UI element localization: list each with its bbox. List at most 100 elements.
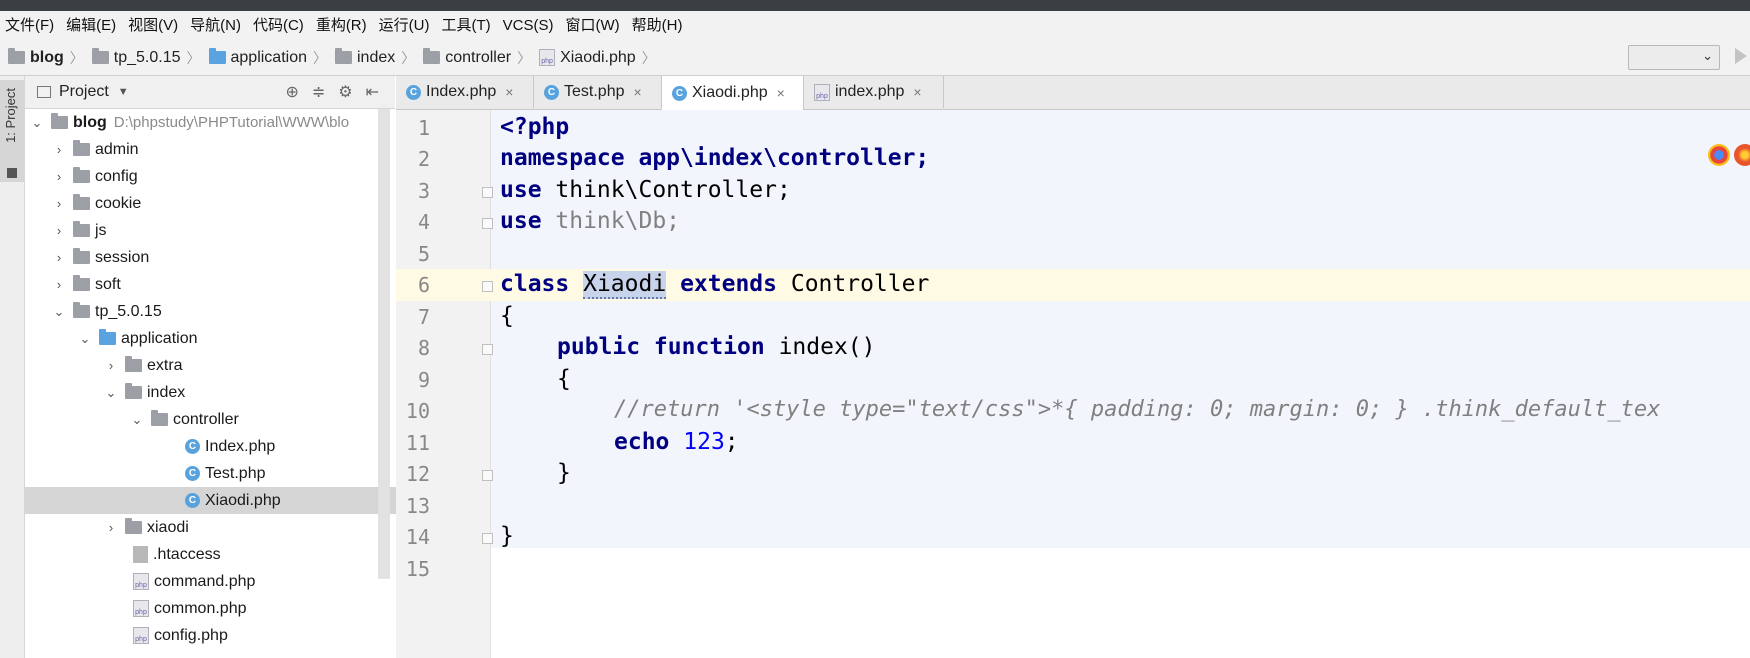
code-line-2[interactable]: namespace app\index\controller; xyxy=(500,145,929,171)
fold-marker-icon[interactable] xyxy=(482,218,493,229)
class-file-icon: C xyxy=(406,84,421,100)
menu-code[interactable]: 代码(C) xyxy=(248,11,311,40)
hide-panel-icon[interactable]: ⇤ xyxy=(366,82,379,102)
line-number: 13 xyxy=(405,494,430,518)
project-view-title[interactable]: Project xyxy=(59,83,109,101)
collapsed-arrow-icon[interactable]: › xyxy=(51,250,67,265)
tab-index-php[interactable]: C Index.php × xyxy=(396,76,534,108)
menu-refactor[interactable]: 重构(R) xyxy=(311,11,374,40)
close-icon[interactable]: × xyxy=(505,84,513,100)
breadcrumb-item-index[interactable]: index 〉 xyxy=(327,48,415,68)
line-number: 9 xyxy=(417,368,430,392)
close-icon[interactable]: × xyxy=(777,85,785,101)
code-line-10[interactable]: //return '<style type="text/css">*{ padd… xyxy=(614,397,1660,422)
menu-navigate[interactable]: 导航(N) xyxy=(185,11,248,40)
menu-help[interactable]: 帮助(H) xyxy=(627,11,690,40)
code-line-1[interactable]: <?php xyxy=(500,114,569,140)
fold-marker-icon[interactable] xyxy=(482,344,493,355)
breadcrumb-item-blog[interactable]: blog 〉 xyxy=(0,48,84,68)
tab-index-php-2[interactable]: php index.php × xyxy=(804,76,944,108)
tree-item-js[interactable]: › js xyxy=(25,217,421,244)
gear-icon[interactable]: ⚙ xyxy=(338,82,352,102)
fold-marker-icon[interactable] xyxy=(482,281,493,292)
menu-tools[interactable]: 工具(T) xyxy=(436,11,497,40)
line-number: 12 xyxy=(405,462,430,486)
tree-item-blog[interactable]: ⌄ blog D:\phpstudy\PHPTutorial\WWW\blo xyxy=(25,109,399,136)
chevron-right-icon: 〉 xyxy=(401,49,416,66)
code-empty-area xyxy=(491,548,1750,658)
tree-item-cookie[interactable]: › cookie xyxy=(25,190,421,217)
code-line-7[interactable]: { xyxy=(500,303,514,329)
expanded-arrow-icon[interactable]: ⌄ xyxy=(77,331,93,347)
tree-item-session[interactable]: › session xyxy=(25,244,421,271)
collapsed-arrow-icon[interactable]: › xyxy=(51,277,67,292)
config-file-icon xyxy=(133,546,148,563)
folder-icon xyxy=(335,48,352,64)
line-number: 14 xyxy=(405,525,430,549)
fold-marker-icon[interactable] xyxy=(482,470,493,481)
collapsed-arrow-icon[interactable]: › xyxy=(51,223,67,238)
collapsed-arrow-icon[interactable]: › xyxy=(103,520,119,535)
class-file-icon: C xyxy=(185,466,200,481)
line-number: 15 xyxy=(405,557,430,581)
class-file-icon: C xyxy=(672,85,687,101)
tree-item-config[interactable]: › config xyxy=(25,163,421,190)
breadcrumb: blog 〉 tp_5.0.15 〉 application 〉 index 〉 con… xyxy=(0,40,1750,76)
project-tool-tab[interactable]: 1: Project xyxy=(0,80,24,182)
folder-icon xyxy=(125,383,142,399)
firefox-icon[interactable] xyxy=(1734,144,1750,166)
fold-marker-icon[interactable] xyxy=(482,187,493,198)
project-scrollbar[interactable] xyxy=(378,109,390,579)
tree-item-soft[interactable]: › soft xyxy=(25,271,421,298)
menu-edit[interactable]: 编辑(E) xyxy=(61,11,123,40)
expanded-arrow-icon[interactable]: ⌄ xyxy=(51,304,67,320)
line-number: 10 xyxy=(405,399,430,423)
menu-vcs[interactable]: VCS(S) xyxy=(498,11,561,40)
folder-icon xyxy=(73,221,90,237)
code-line-14[interactable]: } xyxy=(500,523,514,549)
code-line-8[interactable]: public function index() xyxy=(557,334,876,360)
menu-file[interactable]: 文件(F) xyxy=(0,11,61,40)
expanded-arrow-icon[interactable]: ⌄ xyxy=(103,385,119,401)
php-file-icon: php xyxy=(133,627,149,644)
code-line-3[interactable]: use think\Controller; xyxy=(500,177,791,203)
close-icon[interactable]: × xyxy=(633,84,641,100)
class-file-icon: C xyxy=(185,493,200,508)
code-line-4[interactable]: use think\Db; xyxy=(500,208,680,234)
breadcrumb-item-file[interactable]: php Xiaodi.php 〉 xyxy=(531,48,656,68)
run-icon[interactable] xyxy=(1735,48,1747,64)
php-file-icon: php xyxy=(539,49,556,66)
chrome-icon[interactable] xyxy=(1708,144,1730,166)
code-line-9[interactable]: { xyxy=(557,366,571,392)
dropdown-arrow-icon[interactable]: ▼ xyxy=(118,86,129,98)
code-line-12[interactable]: } xyxy=(557,460,571,486)
collapsed-arrow-icon[interactable]: › xyxy=(51,169,67,184)
run-configuration-select[interactable]: ⌄ xyxy=(1628,45,1720,70)
tree-item-admin[interactable]: › admin xyxy=(25,136,421,163)
fold-marker-icon[interactable] xyxy=(482,533,493,544)
editor-tab-bar: C Index.php × C Test.php × C Xiaodi.php × php i… xyxy=(396,76,1750,110)
breadcrumb-item-controller[interactable]: controller 〉 xyxy=(415,48,531,68)
collapsed-arrow-icon[interactable]: › xyxy=(51,142,67,157)
menu-view[interactable]: 视图(V) xyxy=(123,11,185,40)
code-line-11[interactable]: echo 123; xyxy=(614,429,739,455)
close-icon[interactable]: × xyxy=(913,84,921,100)
collapse-all-icon[interactable]: ≑ xyxy=(312,82,325,102)
collapsed-arrow-icon[interactable]: › xyxy=(51,196,67,211)
code-line-6[interactable]: class Xiaodi extends Controller xyxy=(500,271,929,299)
expanded-arrow-icon[interactable]: ⌄ xyxy=(29,115,45,131)
menu-window[interactable]: 窗口(W) xyxy=(560,11,626,40)
tree-item-tp[interactable]: ⌄ tp_5.0.15 xyxy=(25,298,421,325)
tab-test-php[interactable]: C Test.php × xyxy=(534,76,662,108)
line-number: 6 xyxy=(417,273,430,297)
folder-icon xyxy=(73,167,90,183)
menu-run[interactable]: 运行(U) xyxy=(374,11,437,40)
project-tool-icon xyxy=(7,168,17,178)
breadcrumb-item-tp[interactable]: tp_5.0.15 〉 xyxy=(84,48,201,68)
expanded-arrow-icon[interactable]: ⌄ xyxy=(129,412,145,428)
collapsed-arrow-icon[interactable]: › xyxy=(103,358,119,373)
breadcrumb-item-application[interactable]: application 〉 xyxy=(201,48,327,68)
locate-icon[interactable]: ⊕ xyxy=(285,82,298,102)
tab-xiaodi-php[interactable]: C Xiaodi.php × xyxy=(662,76,804,110)
folder-icon xyxy=(51,113,68,129)
